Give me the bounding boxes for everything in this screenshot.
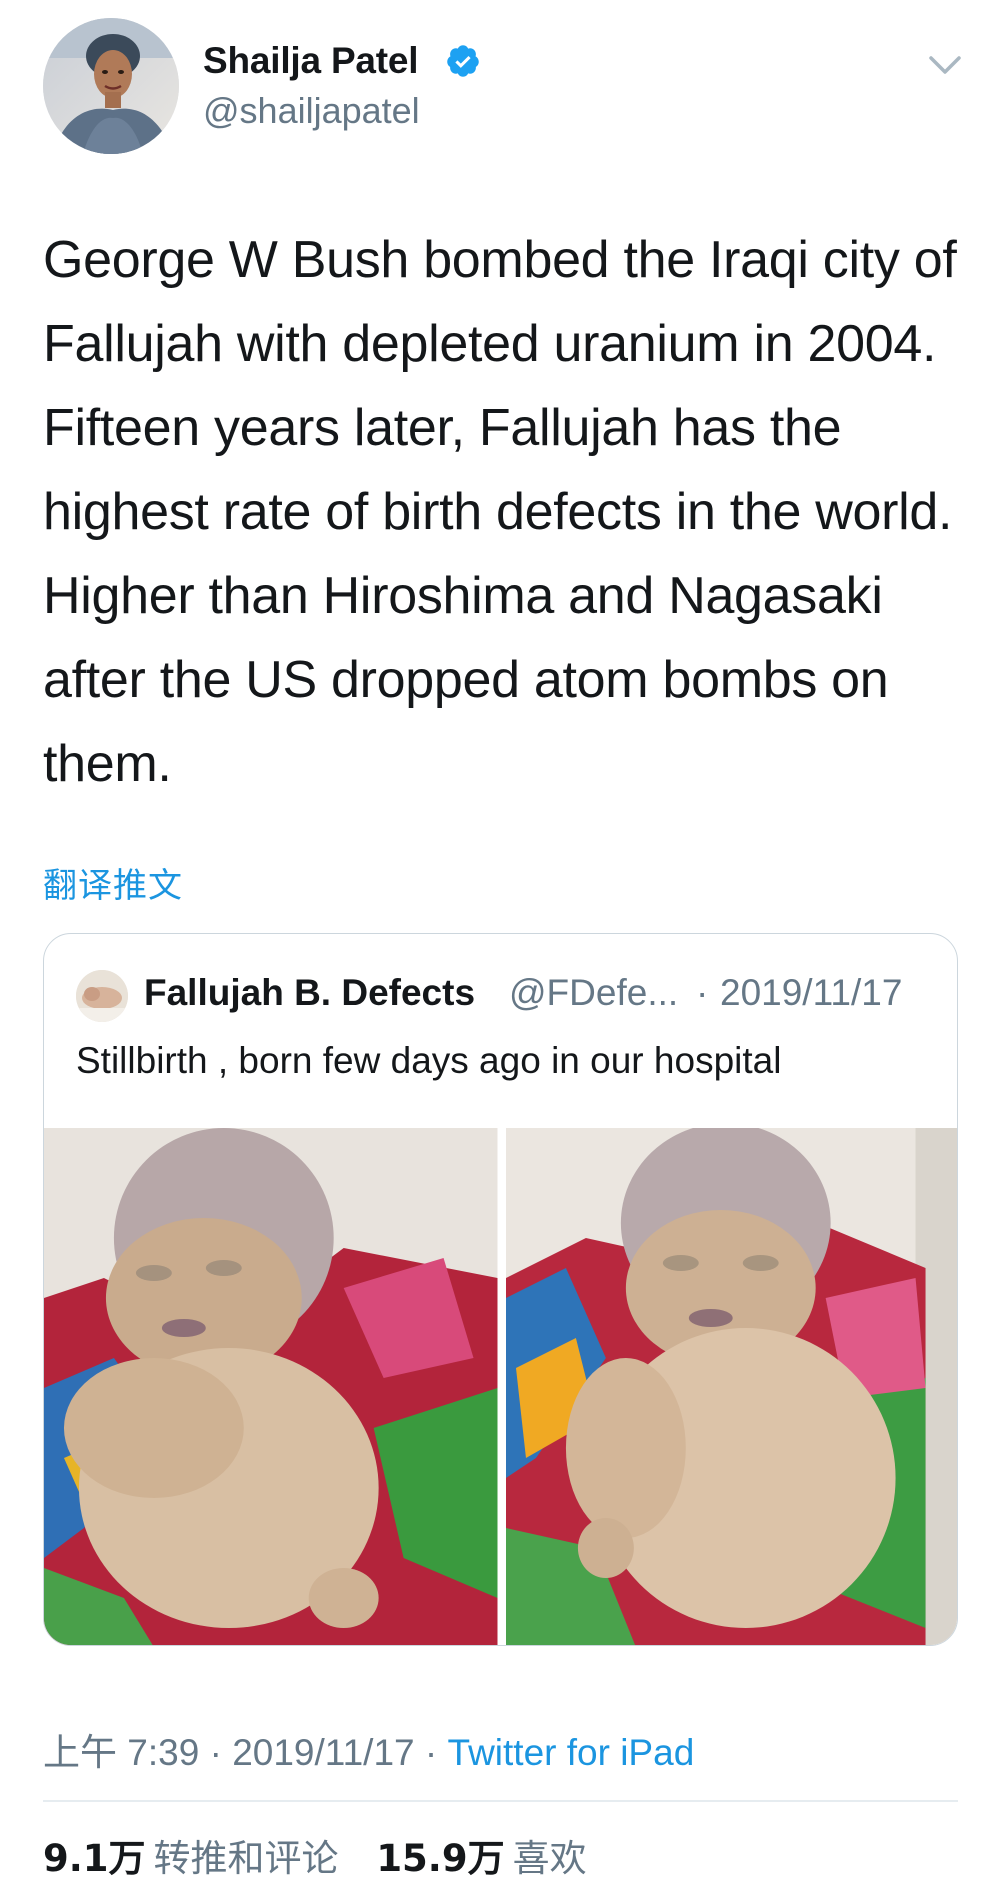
tweet-text: George W Bush bombed the Iraqi city of F… bbox=[43, 231, 957, 793]
tweet-stats: 9.1万 转推和评论 15.9万 喜欢 bbox=[43, 1828, 613, 1882]
likes-count: 15.9万 bbox=[376, 1837, 505, 1880]
quoted-photo[interactable] bbox=[44, 1128, 498, 1645]
separator-dot: · bbox=[209, 1732, 222, 1773]
retweets-count: 9.1万 bbox=[43, 1837, 146, 1880]
quoted-photo[interactable] bbox=[505, 1128, 957, 1645]
quoted-tweet-card[interactable]: Fallujah B. Defects @FDefe... · 2019/11/… bbox=[43, 933, 958, 1646]
tweet-detail: Shailja Patel @shailjapatel George W Bus… bbox=[0, 0, 1000, 1893]
quoted-author-handle[interactable]: @FDefe... bbox=[509, 972, 678, 1014]
retweets-label: 转推和评论 bbox=[153, 1837, 339, 1880]
author-avatar[interactable] bbox=[43, 18, 179, 154]
tweet-client-link[interactable]: Twitter for iPad bbox=[448, 1732, 695, 1773]
likes-stat[interactable]: 15.9万 喜欢 bbox=[376, 1837, 612, 1880]
quoted-avatar-image bbox=[76, 970, 128, 1022]
tweet-meta: 上午 7:39 · 2019/11/17 · Twitter for iPad bbox=[43, 1722, 694, 1776]
photo-image bbox=[44, 1128, 498, 1645]
quoted-tweet-text: Stillbirth , born few days ago in our ho… bbox=[76, 1040, 782, 1081]
author-handle[interactable]: @shailjapatel bbox=[203, 90, 420, 132]
quoted-tweet-date: 2019/11/17 bbox=[720, 972, 903, 1013]
verified-badge-icon bbox=[447, 45, 479, 77]
likes-label: 喜欢 bbox=[512, 1837, 587, 1880]
tweet-date[interactable]: 2019/11/17 bbox=[232, 1732, 414, 1773]
chevron-down-icon[interactable] bbox=[927, 52, 963, 80]
quoted-author-name[interactable]: Fallujah B. Defects bbox=[144, 972, 475, 1014]
separator-dot: · bbox=[696, 972, 709, 1013]
quoted-author-avatar[interactable] bbox=[76, 970, 128, 1022]
separator-dot: · bbox=[424, 1732, 438, 1773]
tweet-time[interactable]: 上午 7:39 bbox=[43, 1732, 199, 1773]
author-avatar-image bbox=[43, 18, 179, 154]
photo-image bbox=[505, 1128, 957, 1645]
quoted-media-grid bbox=[44, 1128, 957, 1645]
divider bbox=[43, 1800, 958, 1802]
translate-tweet-link[interactable]: 翻译推文 bbox=[43, 858, 183, 907]
author-display-name[interactable]: Shailja Patel bbox=[203, 40, 419, 82]
retweets-stat[interactable]: 9.1万 转推和评论 bbox=[43, 1837, 376, 1880]
